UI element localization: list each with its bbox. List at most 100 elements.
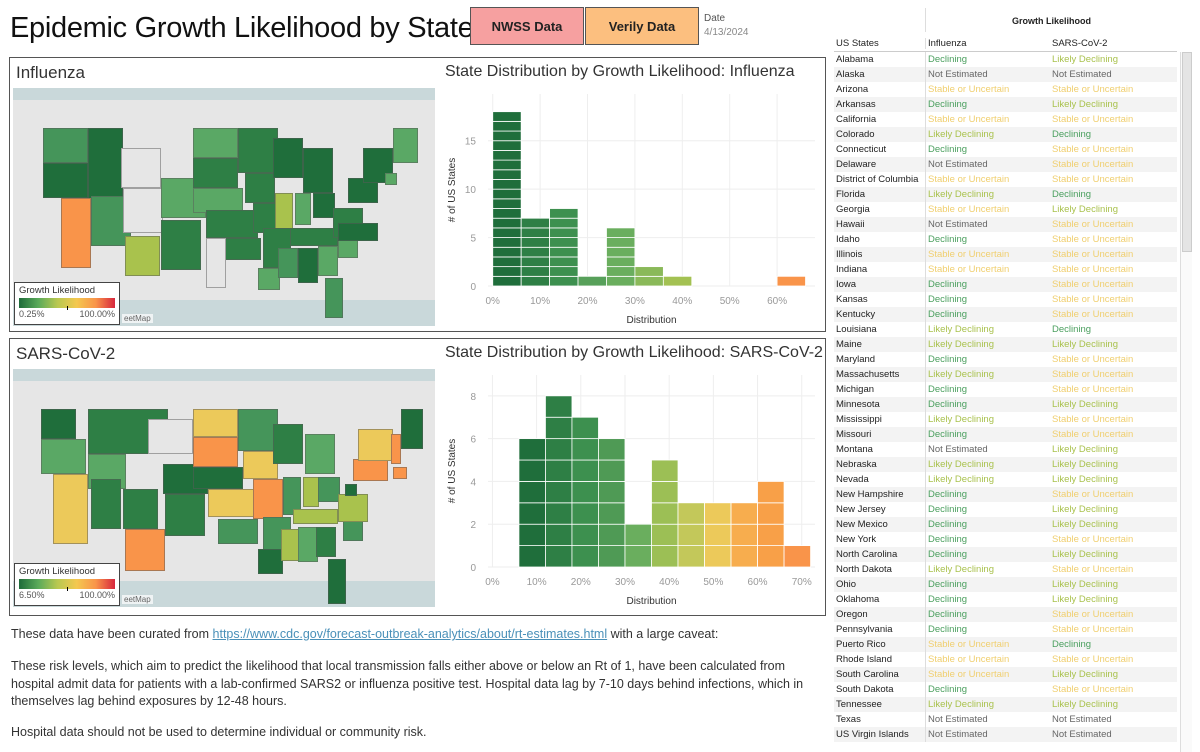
histogram-bar[interactable] (571, 416, 599, 568)
state-region[interactable] (385, 173, 397, 185)
table-row[interactable]: Indiana Stable or Uncertain Stable or Unce… (834, 262, 1177, 277)
state-region[interactable] (206, 238, 226, 288)
histogram-bar[interactable] (677, 502, 705, 568)
table-row[interactable]: Montana Not Estimated Likely Declining (834, 442, 1177, 457)
column-header-states[interactable]: US States (834, 38, 925, 49)
histogram-bar[interactable] (634, 266, 664, 287)
state-region[interactable] (393, 128, 418, 163)
table-row[interactable]: Florida Likely Declining Declining (834, 187, 1177, 202)
histogram-bar[interactable] (549, 208, 579, 287)
state-region[interactable] (206, 210, 258, 238)
table-row[interactable]: Arkansas Declining Likely Declining (834, 97, 1177, 112)
table-row[interactable]: Mississippi Likely Declining Stable or Unc… (834, 412, 1177, 427)
state-region[interactable] (125, 236, 160, 276)
state-region[interactable] (121, 148, 161, 188)
table-row[interactable]: California Stable or Uncertain Stable or U… (834, 112, 1177, 127)
histogram-bar[interactable] (704, 502, 732, 568)
cdc-link[interactable]: https://www.cdc.gov/forecast-outbreak-an… (213, 627, 608, 641)
state-region[interactable] (245, 173, 275, 203)
verily-data-button[interactable]: Verily Data (585, 7, 699, 45)
state-region[interactable] (338, 494, 368, 522)
histogram-bar[interactable] (624, 523, 652, 568)
state-region[interactable] (91, 479, 121, 529)
table-row[interactable]: Texas Not Estimated Not Estimated (834, 712, 1177, 727)
histogram-bar[interactable] (606, 227, 636, 287)
state-region[interactable] (273, 424, 303, 464)
state-region[interactable] (123, 188, 163, 233)
state-region[interactable] (293, 509, 338, 524)
table-row[interactable]: Kansas Declining Stable or Uncertain (834, 292, 1177, 307)
table-row[interactable]: Nebraska Likely Declining Likely Declining (834, 457, 1177, 472)
table-row[interactable]: US Virgin Islands Not Estimated Not Estima… (834, 727, 1177, 742)
table-row[interactable]: Georgia Stable or Uncertain Likely Declini… (834, 202, 1177, 217)
state-region[interactable] (238, 409, 278, 451)
state-region[interactable] (401, 409, 423, 449)
histogram-bar[interactable] (662, 275, 693, 287)
state-region[interactable] (295, 193, 311, 225)
state-region[interactable] (281, 529, 299, 561)
table-scrollbar[interactable] (1180, 52, 1192, 752)
table-row[interactable]: Minnesota Declining Likely Declining (834, 397, 1177, 412)
state-region[interactable] (303, 477, 319, 507)
table-row[interactable]: Missouri Declining Stable or Uncertain (834, 427, 1177, 442)
state-region[interactable] (338, 238, 358, 258)
state-region[interactable] (258, 549, 283, 574)
state-region[interactable] (148, 419, 193, 454)
state-region[interactable] (218, 519, 258, 544)
histogram-bar[interactable] (776, 275, 806, 287)
histogram-bar[interactable] (518, 438, 546, 568)
state-region[interactable] (393, 467, 407, 479)
table-row[interactable]: Michigan Declining Stable or Uncertain (834, 382, 1177, 397)
state-region[interactable] (288, 228, 338, 246)
state-region[interactable] (258, 268, 280, 290)
table-row[interactable]: New York Declining Stable or Uncertain (834, 532, 1177, 547)
table-row[interactable]: North Dakota Likely Declining Stable or Un… (834, 562, 1177, 577)
table-row[interactable]: Maryland Declining Stable or Uncertain (834, 352, 1177, 367)
histogram-bar[interactable] (598, 438, 626, 568)
state-region[interactable] (338, 223, 378, 241)
state-region[interactable] (298, 527, 318, 562)
table-row[interactable]: Rhode Island Stable or Uncertain Stable or… (834, 652, 1177, 667)
column-header-influenza[interactable]: Influenza (925, 38, 1050, 49)
table-row[interactable]: Oklahoma Declining Likely Declining (834, 592, 1177, 607)
table-row[interactable]: Kentucky Declining Stable or Uncertain (834, 307, 1177, 322)
histogram-bar[interactable] (783, 545, 811, 568)
state-region[interactable] (193, 437, 238, 467)
state-region[interactable] (325, 278, 343, 318)
histogram-bar[interactable] (492, 111, 522, 287)
column-header-sars[interactable]: SARS-CoV-2 (1050, 38, 1175, 49)
state-region[interactable] (61, 198, 91, 268)
table-row[interactable]: New Mexico Declining Likely Declining (834, 517, 1177, 532)
state-region[interactable] (303, 148, 333, 193)
state-region[interactable] (193, 467, 243, 489)
table-row[interactable]: Oregon Declining Stable or Uncertain (834, 607, 1177, 622)
table-row[interactable]: Arizona Stable or Uncertain Stable or Unce… (834, 82, 1177, 97)
table-row[interactable]: Delaware Not Estimated Stable or Uncertain (834, 157, 1177, 172)
state-region[interactable] (298, 248, 318, 283)
state-region[interactable] (193, 128, 238, 158)
table-row[interactable]: District of Columbia Stable or Uncertain S… (834, 172, 1177, 187)
histogram-bar[interactable] (651, 459, 679, 568)
state-region[interactable] (161, 220, 201, 270)
table-row[interactable]: Illinois Stable or Uncertain Stable or Unc… (834, 247, 1177, 262)
table-row[interactable]: Louisiana Likely Declining Declining (834, 322, 1177, 337)
table-row[interactable]: South Carolina Stable or Uncertain Likely … (834, 667, 1177, 682)
state-region[interactable] (343, 519, 363, 541)
table-row[interactable]: Ohio Declining Likely Declining (834, 577, 1177, 592)
state-region[interactable] (43, 128, 88, 163)
scrollbar-thumb[interactable] (1182, 52, 1192, 252)
table-row[interactable]: South Dakota Declining Stable or Uncertain (834, 682, 1177, 697)
sars-map[interactable]: Growth Likelihood 6.50% 100.00% eetMap (13, 369, 435, 607)
state-region[interactable] (358, 429, 393, 461)
table-row[interactable]: Alabama Declining Likely Declining (834, 52, 1177, 67)
table-row[interactable]: New Hampshire Declining Stable or Uncertai… (834, 487, 1177, 502)
table-row[interactable]: Massachusetts Likely Declining Stable or U… (834, 367, 1177, 382)
table-row[interactable]: Nevada Likely Declining Likely Declining (834, 472, 1177, 487)
histogram-bar[interactable] (757, 481, 785, 568)
state-region[interactable] (165, 494, 205, 536)
table-row[interactable]: Maine Likely Declining Likely Declining (834, 337, 1177, 352)
state-region[interactable] (275, 193, 293, 231)
state-region[interactable] (221, 238, 261, 260)
histogram-bar[interactable] (577, 275, 607, 287)
state-region[interactable] (41, 409, 76, 439)
